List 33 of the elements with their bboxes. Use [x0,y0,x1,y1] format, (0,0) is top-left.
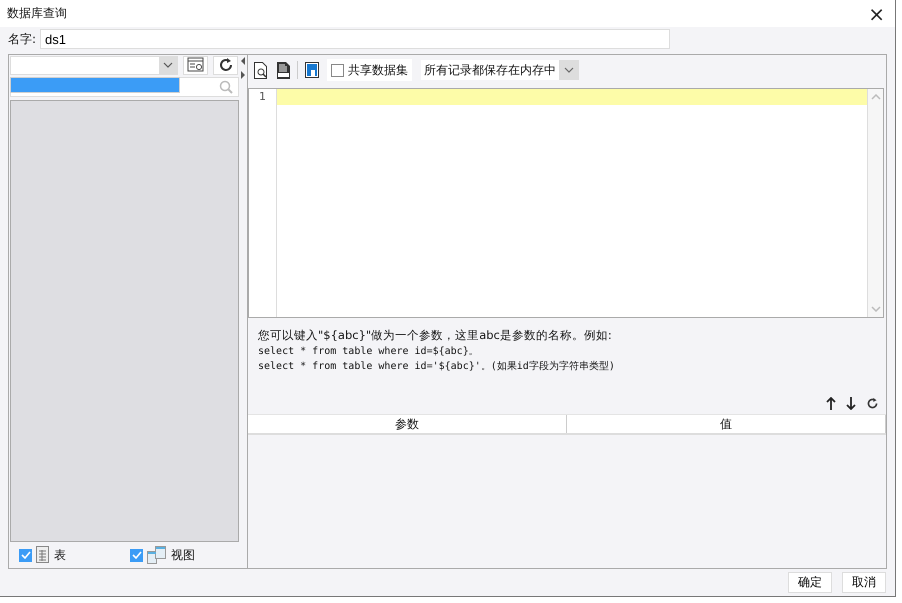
name-field[interactable]: ds1 [40,29,670,49]
view-icon [147,546,167,564]
collapse-arrows-icon[interactable] [241,57,246,81]
refresh-button[interactable] [213,56,238,74]
caret-icon [159,56,177,74]
column-header: 值 [567,415,886,433]
move-up-button[interactable] [824,394,838,412]
refresh-icon [218,57,234,73]
hint-text: 您可以键入"${abc}"做为一个参数，这里abc是参数的名称。例如: [258,327,613,344]
sql-editor[interactable]: 1 [248,88,884,318]
storage-mode-dropdown[interactable]: 所有记录都保存在内存中 [421,60,579,80]
move-down-button[interactable] [844,394,858,412]
hint-text: select * from table where id='${abc}'。(如果id字段为字符串类型) [258,360,616,374]
dataset-button[interactable] [303,60,322,80]
hint-text: select * from table where id=${abc}。 [258,345,480,359]
search-icon [219,80,233,94]
checkbox-label: 视图 [171,546,195,564]
dialog-button[interactable]: 确定 [788,572,832,593]
checkbox[interactable] [19,548,32,562]
sql-button[interactable] [275,60,292,80]
column-header: 参数 [248,415,567,433]
window-title: 数据库查询 [7,5,67,22]
name-label: 名字: [8,30,36,48]
table-icon [36,546,50,564]
connection-settings-button[interactable] [183,56,208,74]
checkbox-label: 表 [54,546,66,564]
preview-button[interactable] [252,60,270,80]
dialog-button[interactable]: 取消 [842,572,886,593]
share-dataset-checkbox[interactable]: 共享数据集 [327,59,412,81]
caret-icon [564,67,574,73]
line-number: 1 [258,89,267,105]
close-button[interactable]: × [864,4,889,24]
checkbox[interactable] [130,548,143,562]
